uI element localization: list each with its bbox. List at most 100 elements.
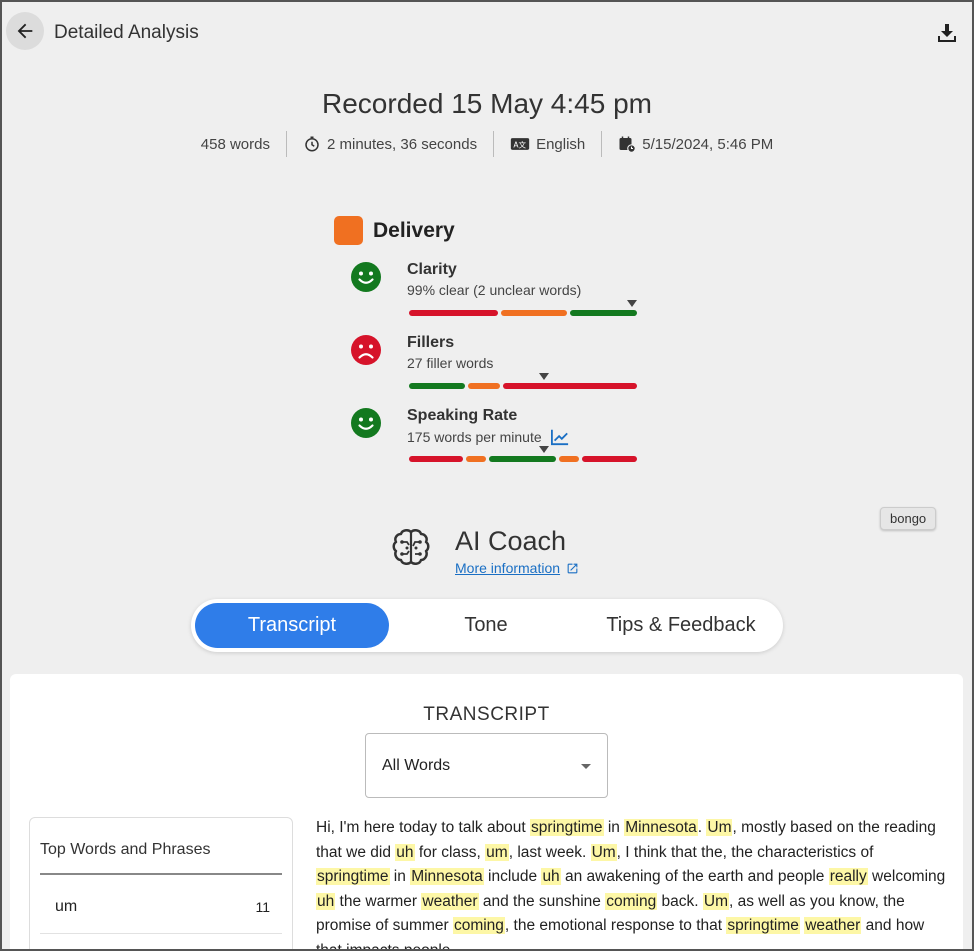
highlighted-word[interactable]: springtime (530, 819, 604, 836)
metric-sub: 99% clear (2 unclear words) (407, 282, 581, 298)
transcript-span: in (603, 819, 625, 836)
happy-face-icon (351, 408, 381, 438)
transcript-span: , I think that the, the characteristics … (616, 843, 874, 861)
highlighted-word[interactable]: springtime (316, 868, 390, 885)
transcript-span: back. (657, 892, 703, 910)
tab-bar: Transcript Tone Tips & Feedback (191, 599, 783, 652)
clarity-scale-bar (409, 300, 638, 316)
bar-segment-orange (559, 456, 579, 462)
highlighted-word[interactable]: um (485, 843, 509, 861)
highlighted-word[interactable]: uh (395, 843, 415, 861)
delivery-color-square (334, 216, 363, 245)
highlighted-word[interactable]: springtime (726, 917, 800, 934)
delivery-title: Delivery (373, 218, 455, 242)
metric-label: Fillers (407, 334, 455, 351)
transcript-panel: TRANSCRIPT All Words Top Words and Phras… (10, 674, 963, 949)
more-information-link[interactable]: More information (455, 560, 579, 576)
transcript-span: include (483, 868, 542, 885)
top-word: um (55, 897, 78, 915)
highlighted-word[interactable]: weather (804, 917, 862, 934)
brain-icon (392, 529, 430, 565)
transcript-span: the warmer (335, 892, 422, 910)
highlighted-word[interactable]: really (828, 868, 868, 885)
transcript-span: , last week. (508, 843, 591, 861)
list-item[interactable]: um 11 (40, 880, 282, 934)
sad-face-icon (351, 335, 381, 365)
fillers-scale-bar (409, 373, 637, 389)
bar-segment-orange (466, 456, 486, 462)
tab-transcript[interactable]: Transcript (195, 603, 389, 648)
delivery-section: Delivery Clarity 99% clear (2 unclear wo… (334, 216, 654, 462)
recording-title: Recorded 15 May 4:45 pm (322, 88, 652, 119)
transcript-text: Hi, I'm here today to talk about springt… (316, 816, 946, 949)
word-filter-select[interactable]: All Words (365, 733, 608, 798)
bar-segment-red (503, 383, 637, 389)
top-word-count: 11 (255, 898, 270, 915)
date-text: 5/15/2024, 5:46 PM (642, 135, 774, 153)
metric-sub: 175 words per minute (407, 428, 570, 446)
bar-pointer (538, 446, 549, 453)
bar-segment-red (582, 456, 637, 462)
date: 5/15/2024, 5:46 PM (602, 130, 789, 158)
highlighted-word[interactable]: Um (590, 843, 617, 861)
metric-sub: 27 filler words (407, 355, 493, 371)
divider (40, 873, 282, 875)
bar-segment-red (409, 310, 498, 316)
chevron-down-icon (581, 764, 591, 769)
highlighted-word[interactable]: Minnesota (410, 868, 484, 885)
metric-sub-text: 27 filler words (407, 355, 494, 371)
highlighted-word[interactable]: coming (452, 917, 505, 934)
recording-meta: 458 words 2 minutes, 36 seconds A文 Engli… (2, 130, 972, 158)
highlighted-word[interactable]: Minnesota (624, 819, 698, 836)
word-count: 458 words (185, 130, 286, 158)
highlighted-word[interactable]: uh (316, 892, 336, 910)
highlighted-word[interactable]: weather (421, 892, 479, 910)
back-button[interactable] (6, 12, 44, 50)
metric-sub-text: 99% clear (2 unclear words) (407, 282, 582, 298)
word-filter-value: All Words (382, 756, 451, 774)
download-button[interactable] (934, 20, 960, 46)
language-text: English (536, 135, 586, 153)
bar-segment-orange (468, 383, 500, 389)
external-link-icon (567, 563, 578, 573)
highlighted-word[interactable]: Um (702, 892, 729, 910)
bar-segment-orange (501, 310, 567, 316)
list-item[interactable] (40, 934, 282, 949)
language: A文 English (494, 130, 601, 158)
duration-text: 2 minutes, 36 seconds (326, 135, 478, 153)
metric-label: Clarity (407, 261, 457, 278)
language-icon: A文 (510, 138, 530, 150)
svg-text:A文: A文 (513, 139, 526, 149)
transcript-span: Hi, I'm here today to talk about (316, 819, 531, 836)
transcript-span: , the emotional response to that (504, 917, 727, 934)
calendar-clock-icon (619, 136, 637, 153)
bar-pointer (538, 373, 549, 380)
ai-coach: AI Coach More information (387, 526, 627, 582)
bar-segment-green (489, 456, 556, 462)
duration: 2 minutes, 36 seconds (287, 130, 493, 158)
more-information-text: More information (455, 560, 561, 576)
bar-segment-red (409, 456, 463, 462)
highlighted-word[interactable]: Um (706, 819, 733, 836)
transcript-span: and the sunshine (478, 892, 606, 910)
metric-sub-text: 175 words per minute (407, 429, 542, 445)
tab-tone[interactable]: Tone (389, 603, 583, 648)
transcript-span: welcoming (867, 868, 946, 885)
highlighted-word[interactable]: uh (541, 868, 561, 885)
line-chart-icon[interactable] (550, 428, 570, 446)
arrow-left-icon (17, 23, 33, 39)
app-window: Detailed Analysis Recorded 15 May 4:45 p… (0, 0, 974, 951)
tab-tips-feedback[interactable]: Tips & Feedback (583, 603, 779, 648)
top-words-panel: Top Words and Phrases um 11 (29, 817, 293, 949)
transcript-span: for class, (414, 843, 486, 861)
top-words-title: Top Words and Phrases (40, 841, 211, 858)
page-title: Detailed Analysis (54, 22, 199, 43)
bar-segment-green (409, 383, 465, 389)
transcript-span: an awakening of the earth and people (560, 868, 829, 885)
highlighted-word[interactable]: coming (605, 892, 658, 910)
metric-label: Speaking Rate (407, 407, 518, 424)
word-count-text: 458 words (200, 135, 270, 153)
download-icon (938, 24, 956, 42)
timer-icon (305, 136, 319, 152)
ai-coach-title: AI Coach (455, 526, 567, 556)
